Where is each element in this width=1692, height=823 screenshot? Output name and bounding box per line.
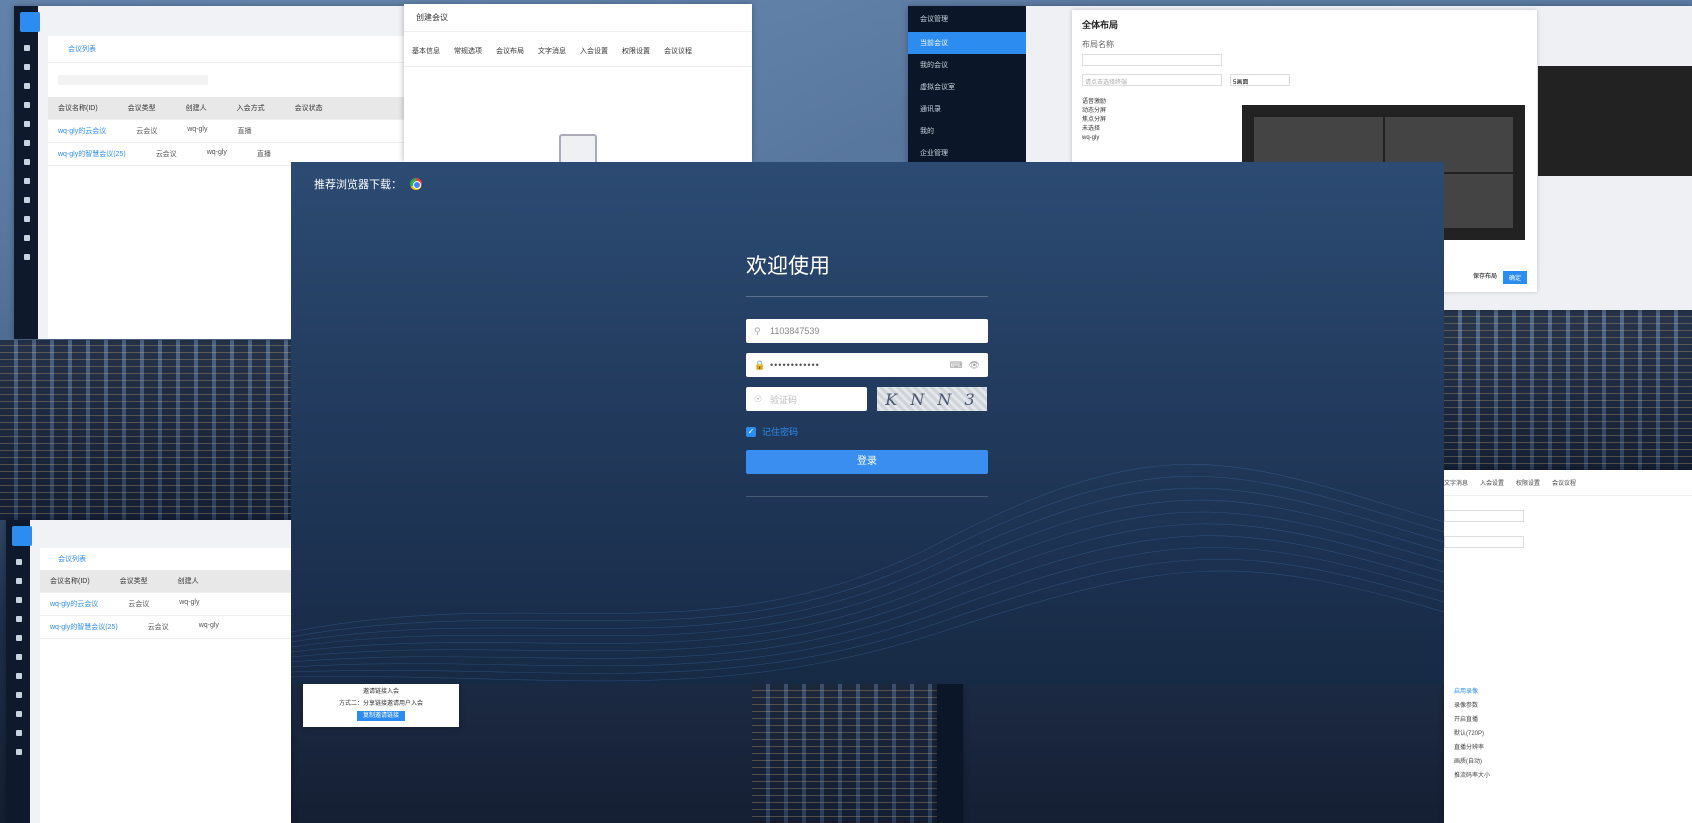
- city-image-bottom: [752, 684, 937, 823]
- captcha-image[interactable]: K N N 3: [877, 387, 987, 411]
- checkbox-checked-icon[interactable]: ✓: [746, 426, 756, 437]
- clipboard-icon: [559, 134, 597, 162]
- eye-icon[interactable]: 👁: [969, 360, 980, 371]
- lock-icon: 🔒: [754, 359, 766, 370]
- login-window: 推荐浏览器下载： 欢迎使用 ⚲ 1103847539 🔒 •••••••••••…: [291, 162, 1444, 684]
- browser-recommend-label: 推荐浏览器下载：: [314, 179, 402, 191]
- account-value: 1103847539: [770, 326, 820, 336]
- bg-sidebar: [14, 6, 40, 339]
- browser-recommend: 推荐浏览器下载：: [314, 176, 422, 192]
- bg-dark-strip: [937, 684, 963, 823]
- user-icon: ⚲: [754, 325, 761, 336]
- captcha-field[interactable]: ☉ 验证码: [746, 387, 867, 411]
- bg-table-header: 会议名称(ID) 会议类型 创建人 入会方式 会议状态: [48, 97, 404, 120]
- divider: [746, 296, 988, 297]
- login-button[interactable]: 登录: [746, 450, 988, 474]
- city-image-left: [0, 340, 291, 520]
- bg-table-row: wq-gly的云会议 云会议 wq-gly 直播: [48, 120, 404, 143]
- captcha-placeholder: 验证码: [770, 394, 798, 405]
- page-title: 欢迎使用: [746, 255, 830, 278]
- keyboard-icon[interactable]: ⌨: [950, 360, 963, 371]
- password-value: ••••••••••••: [770, 360, 820, 370]
- remember-label: 记住密码: [762, 427, 799, 437]
- city-image-right: [1444, 310, 1692, 470]
- divider-bottom: [746, 496, 988, 497]
- bg-screenshot-invite: 邀请链接入会 方式二：分享链接邀请用户入会 复制邀请链接: [303, 684, 459, 727]
- chrome-icon[interactable]: [410, 178, 422, 190]
- shield-icon: ☉: [754, 393, 763, 404]
- remember-password[interactable]: ✓ 记住密码: [746, 425, 988, 438]
- bg-screenshot-meeting-list-bottom: 会议列表 会议名称(ID) 会议类型 创建人 wq-gly的云会议 云会议 wq-gly…: [6, 520, 291, 823]
- login-form: 欢迎使用 ⚲ 1103847539 🔒 •••••••••••• ⌨ 👁 ☉ 验…: [746, 250, 988, 497]
- bg-screenshot-settings: 文字消息 入会设置 权限设置 会议议程 启用录像 录像参数 开启直播 默认(720P)…: [1444, 470, 1692, 823]
- password-field[interactable]: 🔒 •••••••••••• ⌨ 👁: [746, 353, 988, 377]
- account-field[interactable]: ⚲ 1103847539: [746, 319, 988, 343]
- bg-screenshot-create-meeting: 创建会议 基本信息 常规选项 会议布局 文字消息 入会设置 权限设置 会议议程: [404, 4, 752, 162]
- bg-tab: 会议列表: [48, 36, 404, 63]
- bg-modal-title: 创建会议: [404, 4, 752, 32]
- app-logo-icon: [20, 12, 40, 32]
